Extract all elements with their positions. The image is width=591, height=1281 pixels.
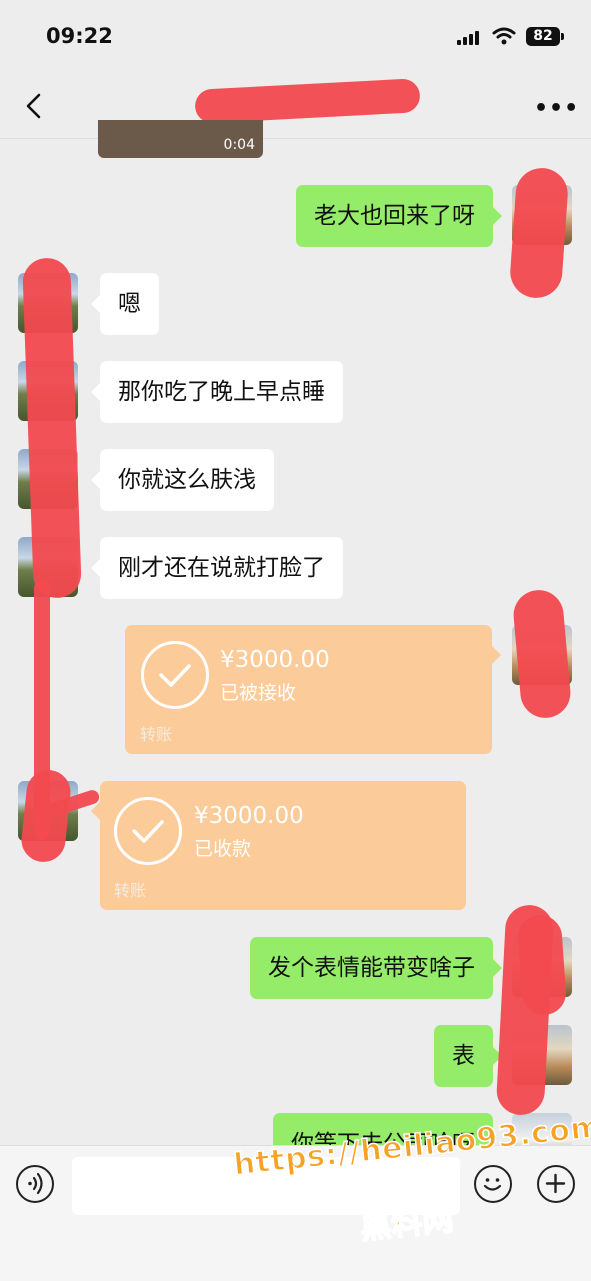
transfer-amount: ¥3000.00 (194, 803, 304, 829)
emoji-icon[interactable] (474, 1165, 512, 1203)
bubble-tail (91, 295, 100, 313)
check-icon (114, 797, 182, 865)
transfer-status: 已被接收 (220, 682, 297, 704)
back-icon[interactable] (22, 92, 46, 120)
video-message[interactable]: 0:04 (98, 120, 263, 158)
bubble-tail (492, 646, 501, 664)
transfer-label: 转账 (140, 725, 173, 744)
message-bubble[interactable]: 表 (434, 1025, 493, 1087)
name-redaction (19, 767, 73, 865)
check-icon (141, 641, 209, 709)
message-bubble[interactable]: 嗯 (100, 273, 159, 335)
avatar-redaction (516, 913, 568, 1017)
bubble-tail (91, 802, 100, 820)
transfer-status: 已收款 (194, 838, 252, 860)
transfer-card[interactable]: ¥3000.00 已收款 转账 (100, 781, 466, 910)
transfer-label: 转账 (114, 881, 147, 900)
status-time: 09:22 (46, 24, 113, 48)
bubble-tail (91, 471, 100, 489)
plus-icon[interactable] (537, 1165, 575, 1203)
avatar-redaction (511, 588, 573, 720)
signal-icon (457, 31, 483, 45)
more-icon[interactable]: ••• (534, 96, 579, 121)
wifi-icon (492, 27, 516, 45)
bubble-tail (493, 207, 502, 225)
transfer-card[interactable]: ¥3000.00 已被接收 转账 (125, 625, 492, 754)
video-duration: 0:04 (223, 137, 255, 153)
bubble-tail (91, 559, 100, 577)
bubble-tail (91, 383, 100, 401)
voice-icon[interactable] (16, 1165, 54, 1203)
bubble-tail (493, 959, 502, 977)
battery-nub (561, 33, 564, 40)
avatar-redaction (508, 166, 570, 300)
message-bubble[interactable]: 发个表情能带变啥子 (250, 937, 493, 999)
message-bubble[interactable]: 你就这么肤浅 (100, 449, 274, 511)
message-bubble[interactable]: 刚才还在说就打脸了 (100, 537, 343, 599)
message-bubble[interactable]: 老大也回来了呀 (296, 185, 493, 247)
battery-indicator: 82 (526, 27, 560, 46)
transfer-amount: ¥3000.00 (220, 647, 330, 673)
message-bubble[interactable]: 那你吃了晚上早点睡 (100, 361, 343, 423)
